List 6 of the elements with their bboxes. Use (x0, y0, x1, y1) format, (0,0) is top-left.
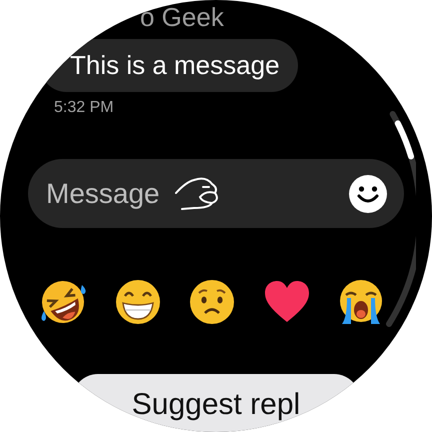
emoji-icon[interactable] (348, 174, 388, 214)
sender-name: o Geek (140, 2, 224, 32)
scroll-thumb[interactable] (394, 120, 414, 160)
message-field[interactable]: Message (46, 178, 174, 210)
message-time: 5:32 PM (54, 98, 114, 118)
worried-emoji-icon[interactable] (187, 277, 237, 327)
